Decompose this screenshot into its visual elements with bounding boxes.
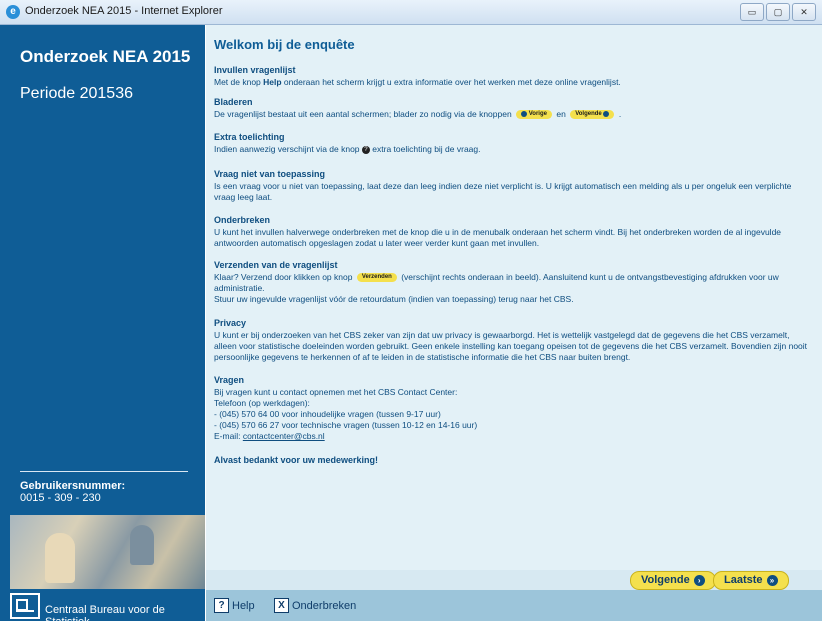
section-text: Met de knop Help onderaan het scherm kri… [214, 77, 814, 88]
forward-arrow-icon: › [693, 575, 705, 586]
next-button-label: Volgende [641, 574, 690, 586]
text-part: . [618, 109, 622, 119]
window-titlebar: e Onderzoek NEA 2015 - Internet Explorer… [0, 0, 822, 25]
email-label: E-mail: [214, 431, 243, 441]
text-part: Met de knop [214, 77, 264, 87]
window-controls: ▭ ▢ ✕ [740, 3, 816, 21]
next-button-sample: Volgende [570, 110, 615, 120]
question-icon: ? [361, 145, 370, 154]
text-bold: Help [263, 77, 282, 87]
contact-line: - (045) 570 66 27 voor technische vragen… [214, 420, 478, 430]
section-invullen: Invullen vragenlijst Met de knop Help on… [214, 65, 814, 88]
survey-title: Onderzoek NEA 2015 [20, 47, 191, 66]
next-button[interactable]: Volgende › [630, 571, 716, 590]
interrupt-label: Onderbreken [292, 599, 357, 612]
section-title: Verzenden van de vragenlijst [214, 260, 338, 270]
section-title: Bladeren [214, 97, 253, 107]
section-vragen: Vragen Bij vragen kunt u contact opnemen… [214, 375, 814, 442]
section-onderbreken: Onderbreken U kunt het invullen halverwe… [214, 215, 814, 249]
pill-label: Vorige [528, 111, 547, 118]
minimize-button[interactable]: ▭ [740, 3, 764, 21]
photo-person [45, 533, 75, 583]
section-title: Vragen [214, 375, 245, 385]
main-content: Welkom bij de enquête Invullen vragenlij… [206, 25, 822, 570]
section-title: Extra toelichting [214, 132, 285, 142]
section-title: Privacy [214, 318, 247, 328]
interrupt-button[interactable]: X Onderbreken [274, 598, 356, 613]
contact-line: Telefoon (op werkdagen): [214, 398, 310, 408]
section-text: Indien aanwezig verschijnt via de knop ?… [214, 144, 814, 155]
section-title: Onderbreken [214, 215, 271, 225]
user-number-value: 0015 - 309 - 230 [20, 492, 101, 504]
window-title: Onderzoek NEA 2015 - Internet Explorer [25, 5, 223, 17]
section-text: Is een vraag voor u niet van toepassing,… [214, 181, 792, 202]
help-icon: ? [214, 598, 229, 613]
photo-person [130, 525, 154, 565]
menubar: ? Help X Onderbreken [206, 590, 822, 621]
section-title: Vraag niet van toepassing [214, 169, 326, 179]
text-part: en [556, 109, 566, 119]
section-title: Invullen vragenlijst [214, 65, 296, 75]
thanks-message: Alvast bedankt voor uw medewerking! [214, 455, 379, 465]
cbs-logo [10, 593, 40, 619]
user-number-label: Gebruikersnummer: [20, 480, 126, 492]
organization-name: Centraal Bureau voor de Statistiek [45, 604, 165, 628]
text-part: Indien aanwezig verschijnt via de knop [214, 144, 360, 154]
last-button[interactable]: Laatste » [713, 571, 789, 590]
pill-label: Volgende [575, 111, 602, 118]
email-link[interactable]: contactcenter@cbs.nl [243, 431, 325, 441]
section-text: De vragenlijst bestaat uit een aantal sc… [214, 109, 814, 120]
send-button-sample: Verzenden [356, 273, 397, 283]
sidebar-photo [10, 515, 205, 589]
help-button[interactable]: ? Help [214, 598, 255, 613]
section-text: U kunt er bij onderzoeken van het CBS ze… [214, 330, 808, 362]
section-text: U kunt het invullen halverwege onderbrek… [214, 227, 782, 248]
sidebar: Onderzoek NEA 2015 Periode 201536 Gebrui… [0, 25, 205, 628]
sidebar-divider [20, 471, 188, 472]
maximize-button[interactable]: ▢ [766, 3, 790, 21]
section-text-2: Stuur uw ingevulde vragenlijst vóór de r… [214, 294, 574, 304]
text-part: Klaar? Verzend door klikken op knop [214, 272, 353, 282]
back-arrow-icon [521, 110, 528, 117]
section-toelichting: Extra toelichting Indien aanwezig versch… [214, 132, 814, 155]
survey-period: Periode 201536 [20, 85, 133, 102]
section-text: Klaar? Verzend door klikken op knop Verz… [214, 272, 814, 294]
contact-line: - (045) 570 64 00 voor inhoudelijke vrag… [214, 409, 441, 419]
section-niet-van-toepassing: Vraag niet van toepassing Is een vraag v… [214, 169, 814, 203]
section-verzenden: Verzenden van de vragenlijst Klaar? Verz… [214, 260, 814, 305]
contact-line: Bij vragen kunt u contact opnemen met he… [214, 387, 458, 397]
contact-email-line: E-mail: contactcenter@cbs.nl [214, 431, 814, 442]
close-box-icon: X [274, 598, 289, 613]
section-bladeren: Bladeren De vragenlijst bestaat uit een … [214, 97, 814, 120]
internet-explorer-icon: e [6, 5, 20, 19]
section-privacy: Privacy U kunt er bij onderzoeken van he… [214, 318, 814, 363]
text-part: extra toelichting bij de vraag. [372, 144, 481, 154]
help-label: Help [232, 599, 255, 612]
forward-arrow-icon [603, 110, 610, 117]
text-part: onderaan het scherm krijgt u extra infor… [281, 77, 621, 87]
close-button[interactable]: ✕ [792, 3, 816, 21]
prev-button-sample: Vorige [516, 110, 552, 120]
navigation-bar: Volgende › Laatste » [206, 570, 822, 590]
page-title: Welkom bij de enquête [214, 37, 355, 52]
last-button-label: Laatste [724, 574, 763, 586]
forward-arrow-icon: » [766, 575, 778, 586]
text-part: De vragenlijst bestaat uit een aantal sc… [214, 109, 512, 119]
